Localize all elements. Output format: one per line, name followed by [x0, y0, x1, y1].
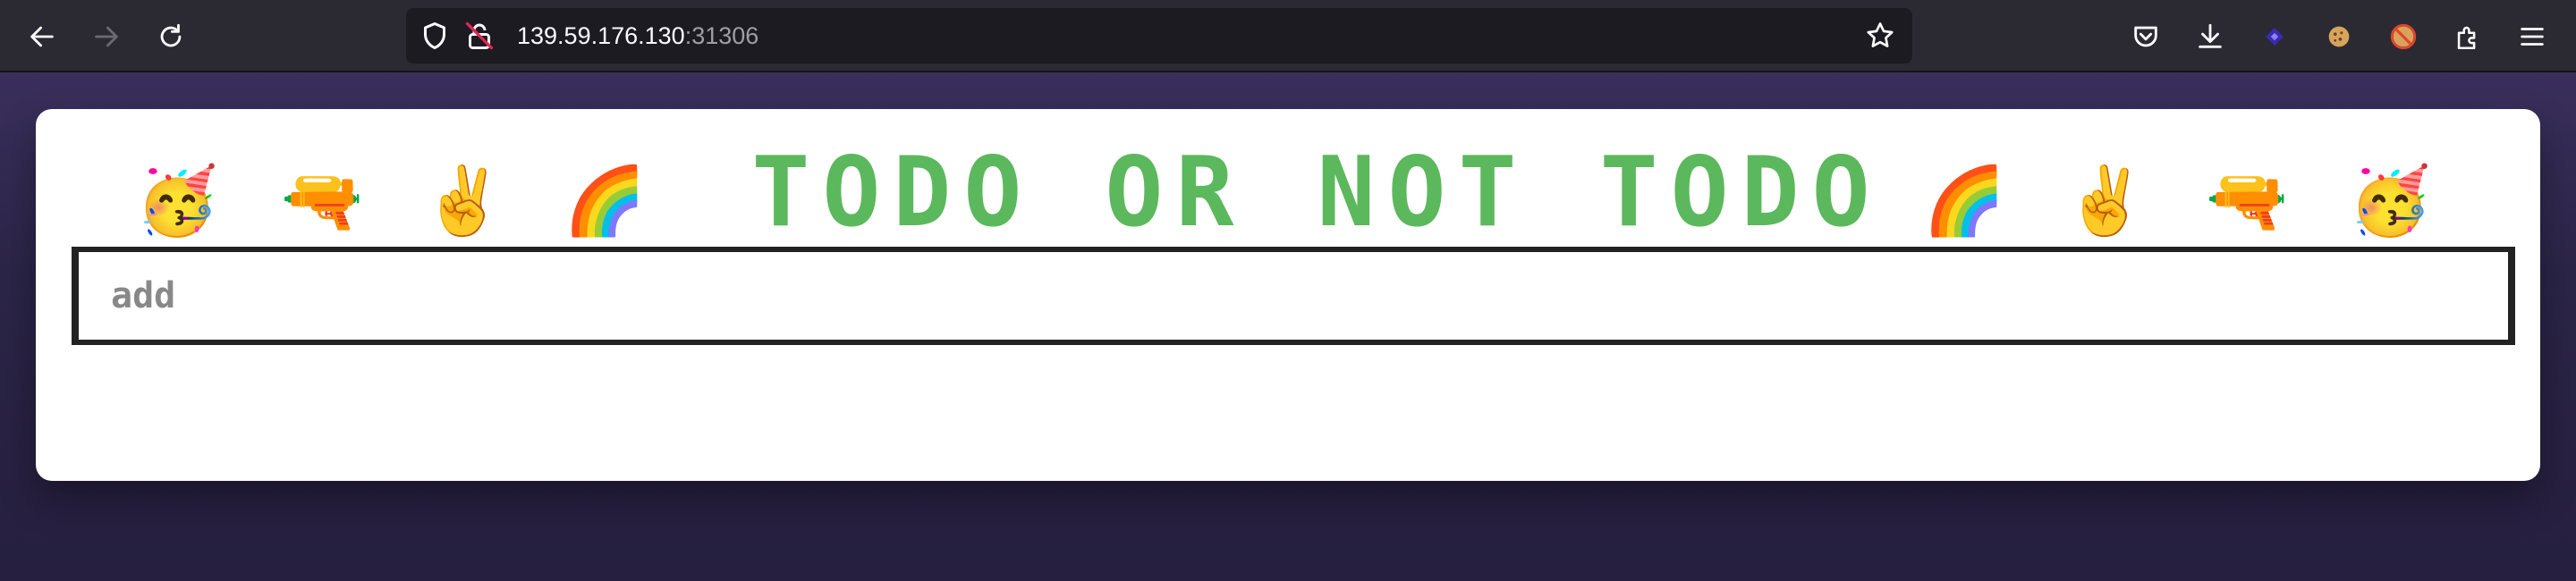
water-pistol-emoji: 🔫	[281, 163, 364, 240]
back-button[interactable]	[20, 14, 64, 59]
reload-button[interactable]	[148, 14, 193, 59]
download-icon	[2199, 23, 2222, 48]
reload-icon	[160, 23, 182, 47]
url-text[interactable]: 139.59.176.130:31306	[517, 8, 758, 63]
add-todo-input[interactable]	[72, 247, 2515, 345]
victory-hand-emoji: ✌️	[2064, 163, 2148, 240]
page-background: 🥳 🔫 ✌️ 🌈 TODO OR NOT TODO 🌈 ✌️ 🔫 🥳	[0, 72, 2576, 581]
extension-purple-icon	[2266, 28, 2284, 46]
rainbow-emoji: 🌈	[1923, 163, 2006, 240]
forward-icon	[95, 26, 118, 47]
blocked-cookie-button[interactable]	[2381, 14, 2426, 59]
pocket-button[interactable]	[2123, 14, 2168, 59]
party-face-emoji: 🥳	[136, 163, 219, 240]
party-face-emoji: 🥳	[2349, 163, 2432, 240]
shield-icon[interactable]	[419, 20, 451, 52]
bookmark-star-icon[interactable]	[1864, 20, 1896, 52]
page-title: TODO OR NOT TODO	[751, 137, 1883, 248]
cookie-button[interactable]	[2317, 14, 2361, 59]
header-row: 🥳 🔫 ✌️ 🌈 TODO OR NOT TODO 🌈 ✌️ 🔫 🥳	[36, 145, 2540, 241]
extensions-icon	[2457, 26, 2476, 50]
url-bar[interactable]: 139.59.176.130:31306	[406, 8, 1912, 63]
rainbow-emoji: 🌈	[564, 163, 647, 240]
todo-card: 🥳 🔫 ✌️ 🌈 TODO OR NOT TODO 🌈 ✌️ 🔫 🥳	[36, 109, 2540, 481]
back-icon	[30, 26, 54, 47]
extension-purple-button[interactable]	[2252, 14, 2297, 59]
menu-icon	[2521, 28, 2544, 46]
url-port: :31306	[684, 22, 759, 49]
forward-button[interactable]	[84, 14, 129, 59]
downloads-button[interactable]	[2188, 14, 2233, 59]
cookie-icon	[2328, 26, 2350, 47]
menu-button[interactable]	[2510, 14, 2555, 59]
water-pistol-emoji: 🔫	[2206, 163, 2289, 240]
blocked-cookie-icon	[2390, 23, 2417, 50]
browser-toolbar: 139.59.176.130:31306	[0, 0, 2576, 72]
extensions-button[interactable]	[2445, 14, 2490, 59]
victory-hand-emoji: ✌️	[422, 163, 505, 240]
insecure-lock-icon[interactable]	[463, 20, 496, 52]
pocket-icon	[2134, 26, 2157, 47]
url-host: 139.59.176.130	[517, 22, 685, 49]
